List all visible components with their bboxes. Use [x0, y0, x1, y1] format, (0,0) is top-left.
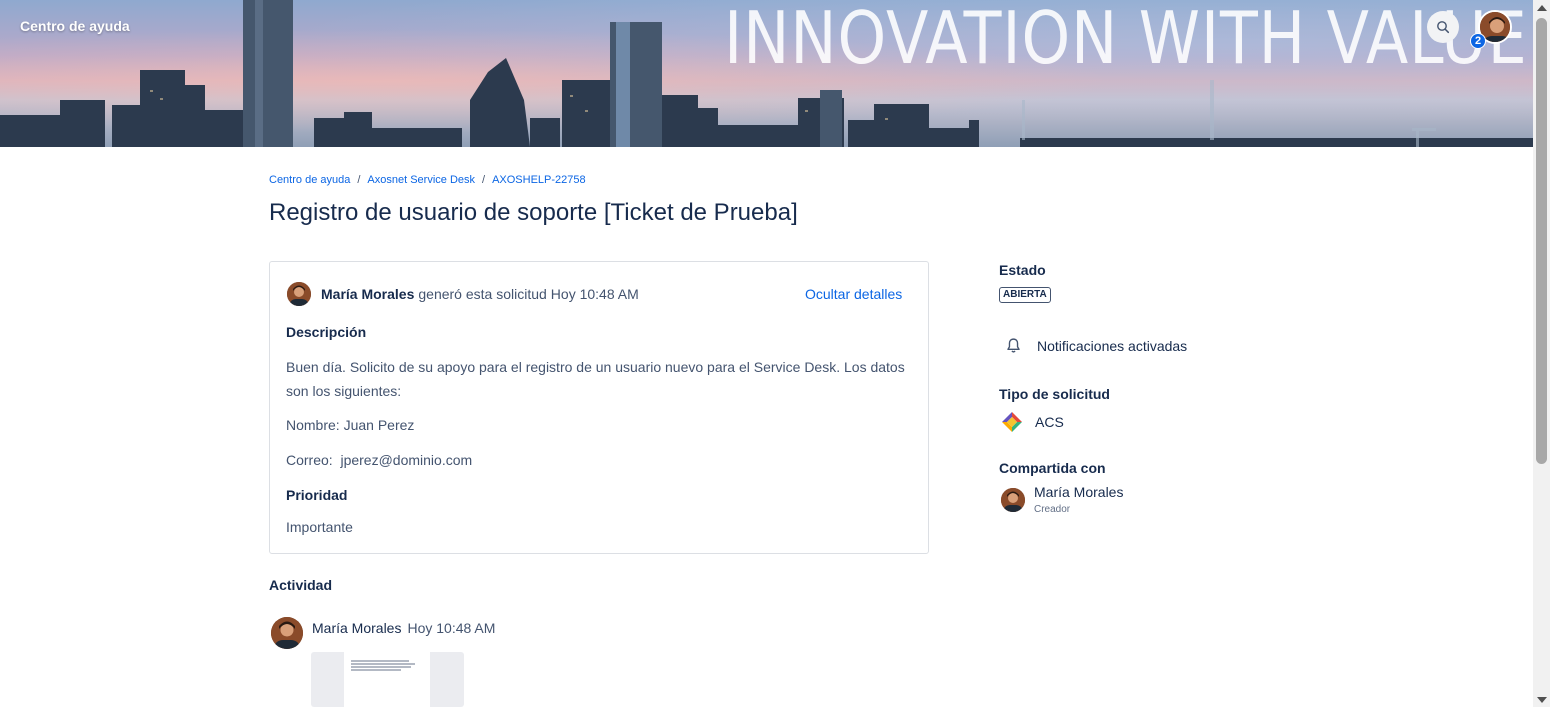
preview-line — [351, 669, 401, 671]
breadcrumb-separator: / — [357, 174, 361, 186]
description-email-line: Correo: jperez@dominio.com — [286, 452, 473, 468]
preview-line — [351, 666, 411, 668]
request-timestamp: Hoy 10:48 AM — [550, 286, 639, 302]
description-text: Buen día. Solicito de su apoyo para el r… — [286, 359, 905, 399]
header-banner: INNOVATION WITH VALUE Centro de ayuda — [0, 0, 1533, 147]
search-icon — [1437, 21, 1450, 34]
breadcrumb-help-center[interactable]: Centro de ayuda — [269, 174, 350, 186]
breadcrumb-separator: / — [482, 174, 486, 186]
status-badge: ABIERTA — [999, 287, 1051, 303]
description-label: Descripción — [286, 324, 367, 340]
banner-slogan: INNOVATION WITH VALUE — [724, 0, 1528, 80]
avatar-photo-icon — [271, 617, 303, 649]
notification-count-badge: 2 — [1470, 33, 1486, 49]
status-label: Estado — [999, 262, 1046, 278]
request-type-label: Tipo de solicitud — [999, 386, 1110, 402]
request-type-diamond-icon — [1002, 412, 1022, 432]
help-center-home-link[interactable]: Centro de ayuda — [20, 18, 130, 34]
scroll-up-arrow-icon[interactable] — [1537, 5, 1547, 11]
description-name-line: Nombre: Juan Perez — [286, 417, 415, 433]
breadcrumb-ticket-key[interactable]: AXOSHELP-22758 — [492, 174, 586, 186]
reporter-name: María Morales — [321, 286, 415, 302]
preview-line — [351, 663, 415, 665]
search-button[interactable] — [1427, 11, 1459, 43]
shared-with-label: Compartida con — [999, 460, 1106, 476]
bell-icon — [1007, 338, 1020, 353]
preview-line — [351, 660, 409, 662]
request-type-value: ACS — [1035, 414, 1064, 430]
request-details-card: María Morales generó esta solicitud Hoy … — [269, 261, 929, 554]
shared-user-avatar — [1001, 488, 1025, 512]
priority-label: Prioridad — [286, 487, 348, 503]
shared-user-name: María Morales — [1034, 484, 1124, 500]
page-scrollbar[interactable] — [1533, 0, 1550, 707]
breadcrumb: Centro de ayuda / Axosnet Service Desk / AXO… — [269, 174, 586, 186]
shared-user-role: Creador — [1034, 504, 1071, 515]
activity-timestamp: Hoy 10:48 AM — [407, 620, 496, 636]
notifications-toggle[interactable]: Notificaciones activadas — [1005, 337, 1187, 354]
notifications-label: Notificaciones activadas — [1037, 337, 1188, 354]
breadcrumb-service-desk[interactable]: Axosnet Service Desk — [367, 174, 475, 186]
activity-author-avatar — [271, 617, 303, 649]
activity-author-name: María Morales — [312, 620, 402, 636]
scrollbar-thumb[interactable] — [1536, 18, 1547, 464]
activity-entry: María Morales Hoy 10:48 AM — [312, 620, 495, 636]
scroll-down-arrow-icon[interactable] — [1537, 697, 1547, 703]
attachment-thumbnail[interactable] — [311, 652, 464, 707]
activity-section-title: Actividad — [269, 577, 333, 593]
request-creator-line: María Morales generó esta solicitud Hoy … — [287, 282, 639, 306]
page-title: Registro de usuario de soporte [Ticket d… — [269, 199, 798, 226]
request-type: ACS — [1001, 411, 1064, 433]
hide-details-link[interactable]: Ocultar detalles — [805, 286, 902, 302]
request-action-text: generó esta solicitud — [418, 286, 547, 302]
priority-value: Importante — [286, 519, 353, 535]
reporter-avatar — [287, 282, 311, 306]
avatar-photo-icon — [287, 282, 311, 306]
avatar-photo-icon — [1001, 488, 1025, 512]
